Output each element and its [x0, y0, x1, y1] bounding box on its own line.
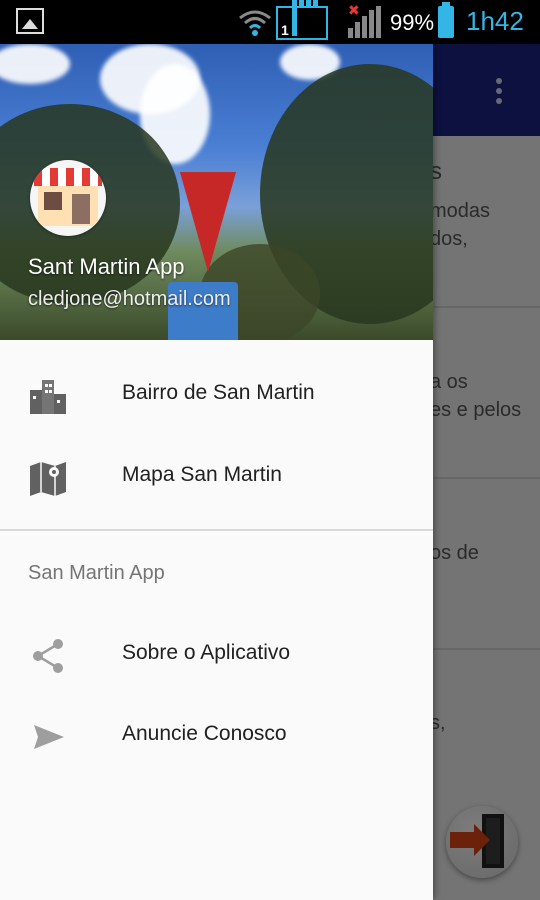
menu-item-bairro[interactable]: Bairro de San Martin	[0, 354, 433, 434]
wifi-icon	[239, 10, 271, 36]
status-bar: 1 ✖ 99% 1h42	[0, 0, 540, 44]
storefront-icon	[34, 168, 102, 186]
clock: 1h42	[466, 6, 524, 36]
account-name: Sant Martin App	[28, 254, 185, 279]
send-icon	[34, 725, 64, 749]
menu-item-anuncie[interactable]: Anuncie Conosco	[0, 695, 433, 775]
menu-item-sobre[interactable]: Sobre o Aplicativo	[0, 614, 433, 694]
account-email: cledjone@hotmail.com	[28, 288, 231, 310]
menu-item-label: Anuncie Conosco	[122, 722, 287, 745]
menu-item-mapa[interactable]: Mapa San Martin	[0, 436, 433, 516]
menu-item-label: Sobre o Aplicativo	[122, 641, 291, 664]
image-notification-icon	[16, 8, 44, 34]
drawer-divider	[0, 529, 433, 531]
menu-item-label: Mapa San Martin	[122, 463, 282, 486]
sculpture	[180, 172, 236, 272]
menu-item-label: Bairro de San Martin	[122, 381, 315, 404]
map-icon	[30, 462, 66, 496]
battery-icon	[438, 2, 454, 38]
battery-percent: 99%	[390, 10, 435, 35]
drawer-section-title: San Martin App	[28, 562, 165, 584]
avatar[interactable]	[30, 160, 106, 236]
buildings-icon	[30, 380, 66, 414]
signal-sim1-icon: 1	[276, 0, 328, 40]
navigation-drawer: Sant Martin App cledjone@hotmail.com Bai…	[0, 44, 433, 900]
share-icon	[33, 639, 63, 673]
signal-sim2-icon	[348, 6, 383, 38]
drawer-header: Sant Martin App cledjone@hotmail.com	[0, 44, 433, 340]
